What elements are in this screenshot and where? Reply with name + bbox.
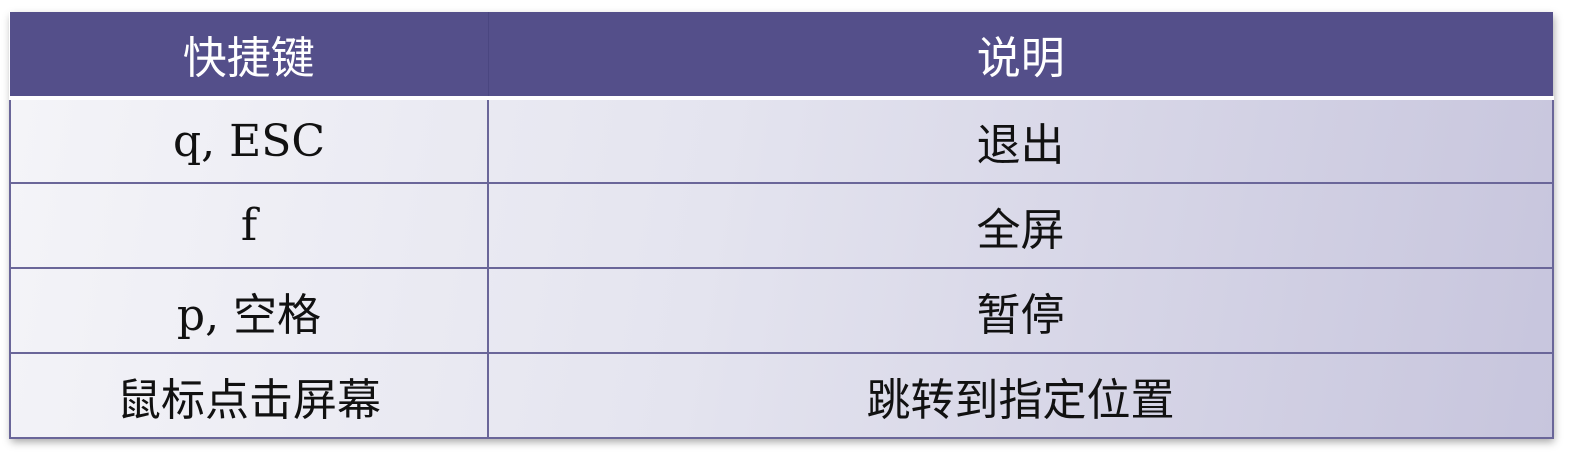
table-body: q, ESC 退出 f 全屏 p, 空格 暂停 鼠标点击屏幕 跳转到指定位置 <box>9 96 1554 439</box>
description-cell: 退出 <box>488 96 1554 183</box>
shortcut-cell: q, ESC <box>9 96 489 183</box>
table-row: 鼠标点击屏幕 跳转到指定位置 <box>9 352 1554 439</box>
shortcut-cell: f <box>9 182 489 268</box>
header-shortcut: 快捷键 <box>10 12 489 98</box>
table-row: p, 空格 暂停 <box>9 267 1554 353</box>
header-description: 说明 <box>488 12 1553 98</box>
shortcut-table: 快捷键 说明 q, ESC 退出 f 全屏 p, 空格 暂停 鼠标点击屏幕 跳转… <box>9 12 1554 439</box>
description-cell: 跳转到指定位置 <box>488 352 1554 439</box>
shortcut-cell: p, 空格 <box>9 267 489 353</box>
shortcut-cell: 鼠标点击屏幕 <box>9 352 489 439</box>
table-row: q, ESC 退出 <box>9 96 1554 183</box>
description-cell: 暂停 <box>488 267 1554 353</box>
table-row: f 全屏 <box>9 182 1554 268</box>
table-header: 快捷键 说明 <box>10 12 1553 98</box>
shortcut-table-container: 快捷键 说明 q, ESC 退出 f 全屏 p, 空格 暂停 鼠标点击屏幕 跳转… <box>9 12 1554 439</box>
description-cell: 全屏 <box>488 182 1554 268</box>
header-row: 快捷键 说明 <box>10 12 1553 98</box>
